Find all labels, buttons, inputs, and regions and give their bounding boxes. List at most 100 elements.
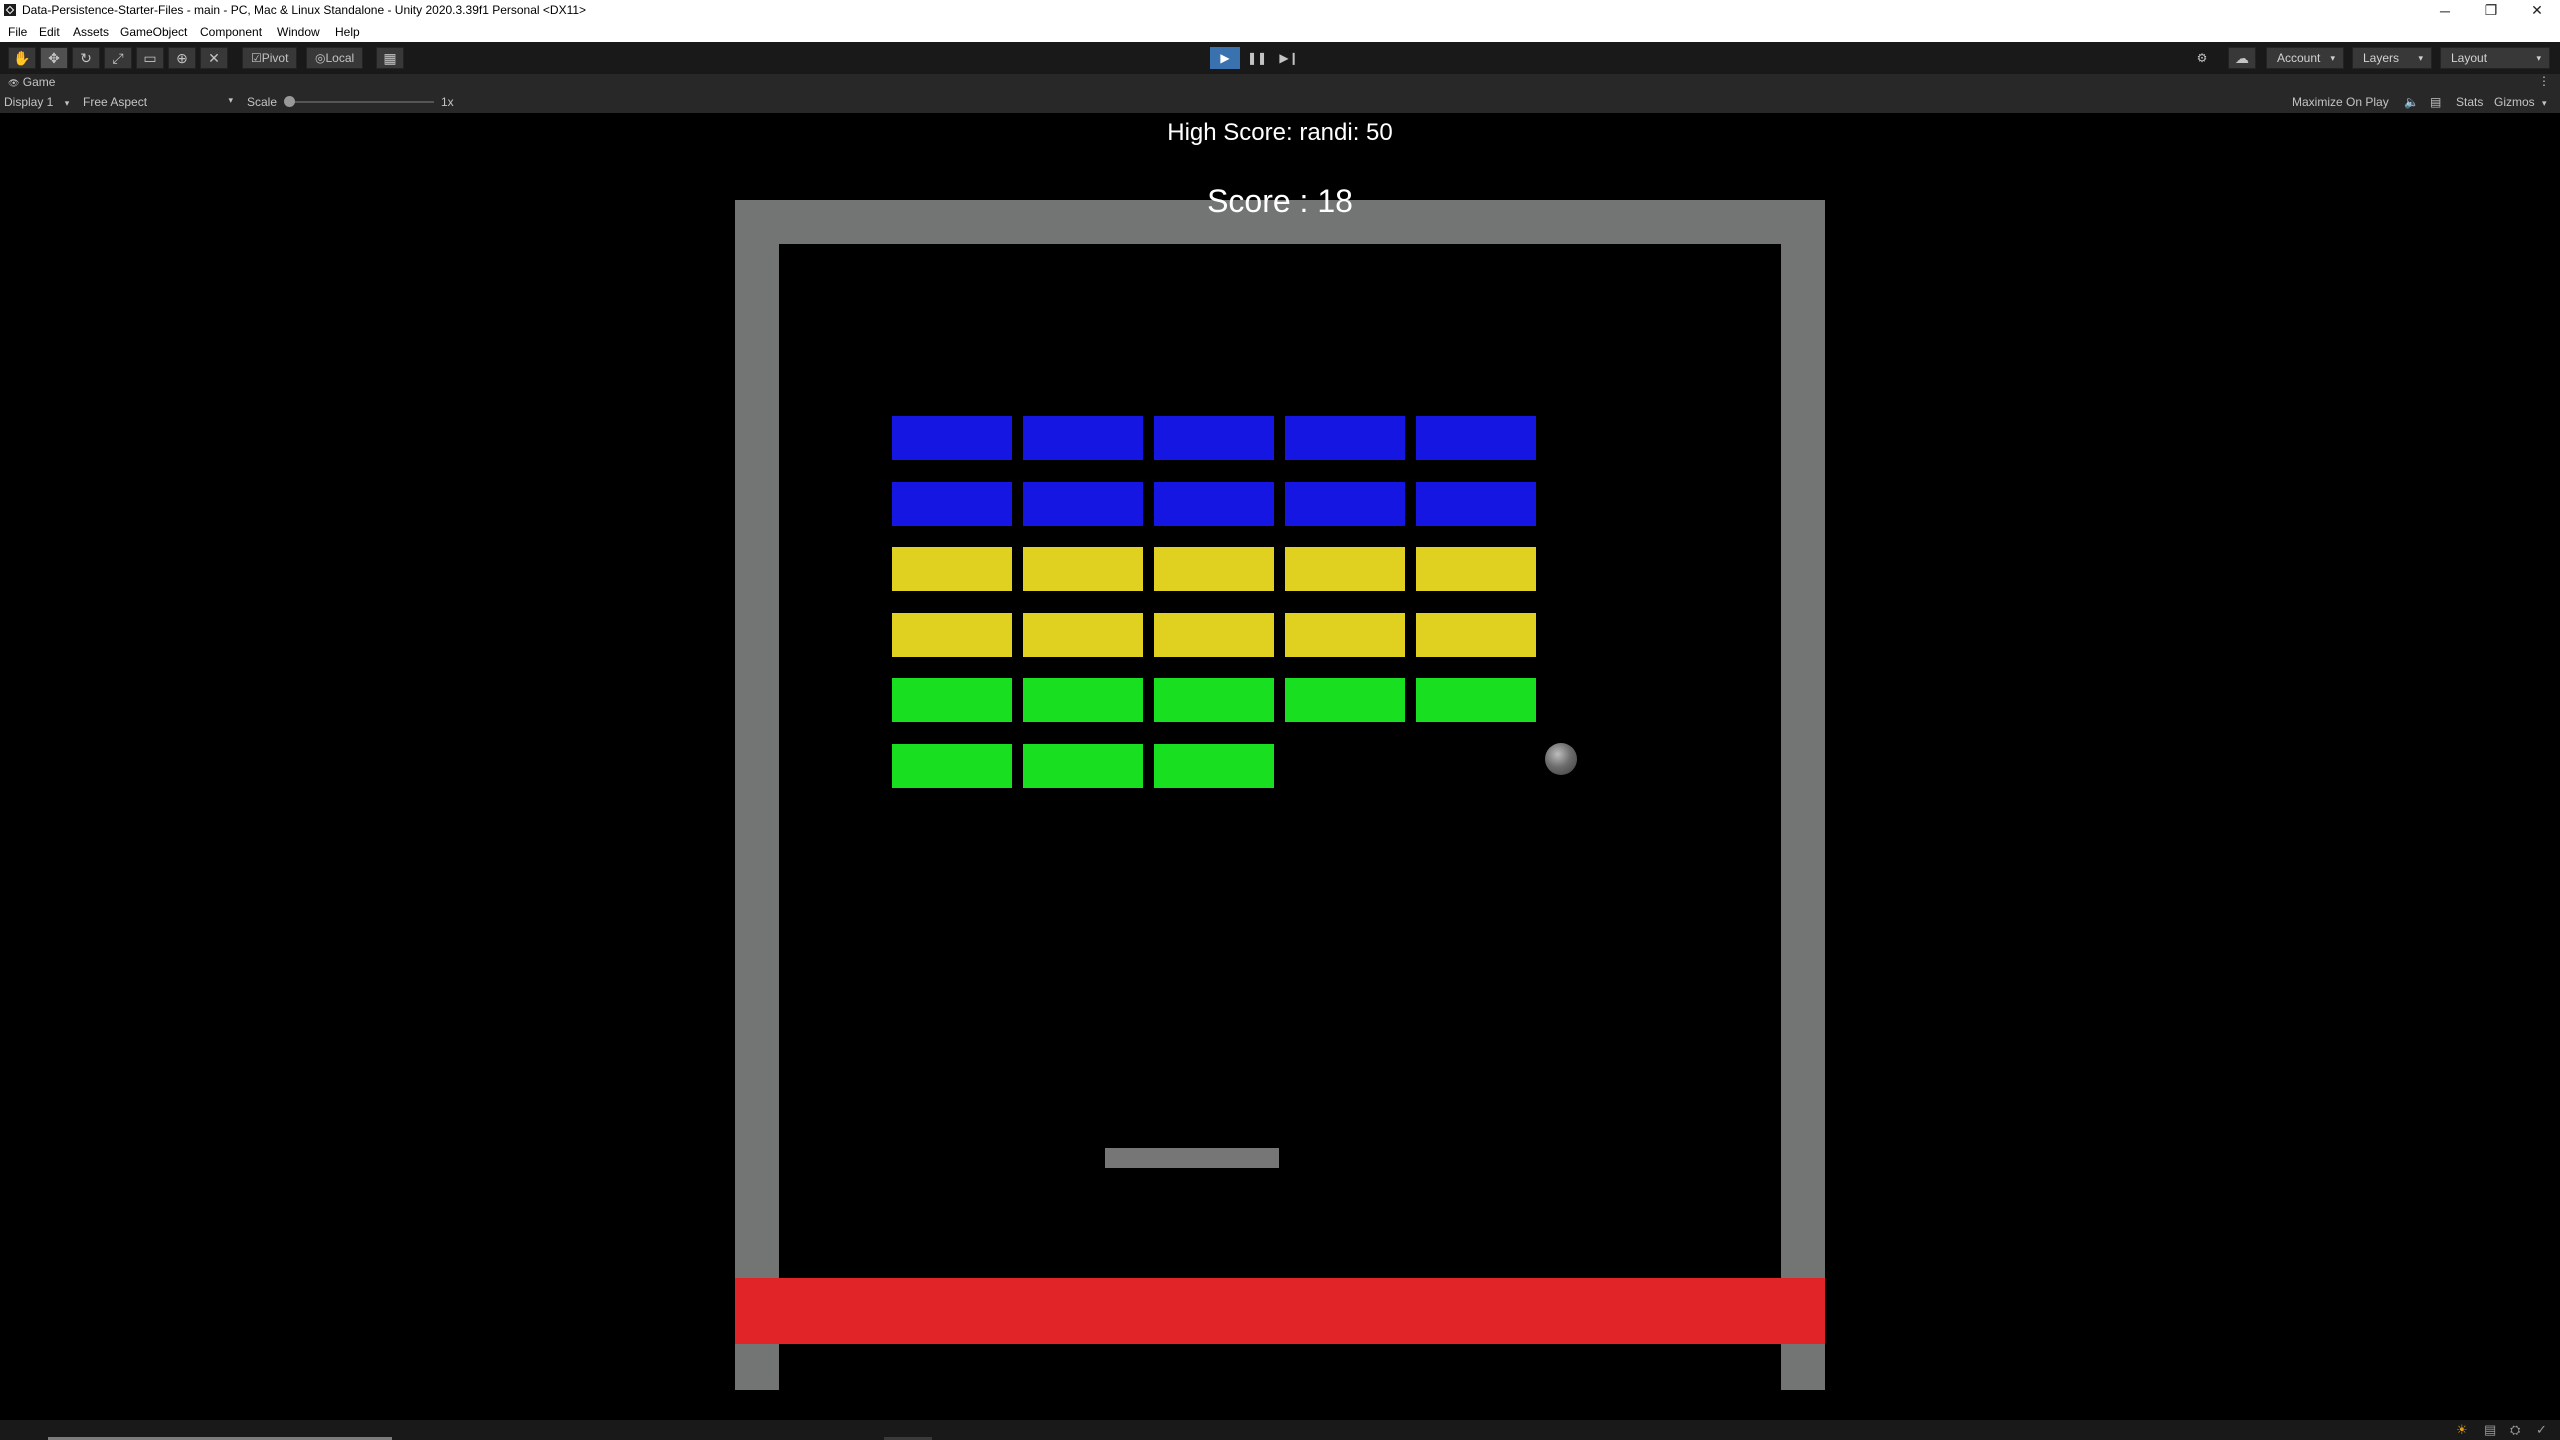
- paddle: [1105, 1148, 1279, 1168]
- menu-file[interactable]: File: [8, 25, 27, 39]
- green-brick: [1154, 678, 1274, 722]
- chevron-down-icon: ▾: [2330, 53, 2335, 63]
- chevron-down-icon: ▾: [64, 98, 70, 108]
- display-label: Display 1: [4, 95, 54, 109]
- account-label: Account: [2277, 51, 2321, 65]
- account-dropdown[interactable]: Account ▾: [2266, 47, 2344, 69]
- close-button[interactable]: ✕: [2514, 0, 2560, 21]
- local-toggle[interactable]: ◎Local: [306, 47, 364, 69]
- score-text: Score : 18: [1207, 183, 1353, 219]
- layers-dropdown[interactable]: Layers ▾: [2352, 47, 2432, 69]
- layout-dropdown[interactable]: Layout ▾: [2440, 47, 2550, 69]
- check-icon[interactable]: ✓: [2536, 1422, 2547, 1438]
- death-zone: [735, 1278, 1825, 1344]
- lighting-icon[interactable]: ☀: [2456, 1422, 2468, 1438]
- window-title: Data-Persistence-Starter-Files - main - …: [22, 3, 587, 17]
- blue-brick: [1023, 482, 1143, 526]
- tab-game[interactable]: 👁 Game: [8, 75, 55, 89]
- blue-brick: [1285, 482, 1405, 526]
- yellow-brick: [1416, 547, 1536, 591]
- chevron-down-icon: ▾: [228, 95, 233, 105]
- custom-tool-icon[interactable]: ✕: [200, 47, 228, 69]
- yellow-brick: [1285, 613, 1405, 657]
- left-wall: [735, 200, 779, 1390]
- yellow-brick: [892, 613, 1012, 657]
- game-view-controls: Display 1 ▾ Free Aspect ▾ Scale 1x Maxim…: [0, 91, 2560, 113]
- hand-tool-icon[interactable]: ✋: [8, 47, 36, 69]
- status-bar: ☀ ▤ ⛭ ✓: [0, 1420, 2560, 1440]
- play-button[interactable]: ▶: [1210, 47, 1240, 69]
- green-brick: [892, 744, 1012, 788]
- gameview-menu-icon[interactable]: ▤: [2430, 95, 2441, 109]
- rotate-tool-icon[interactable]: ↻: [72, 47, 100, 69]
- cache-icon[interactable]: ▤: [2484, 1422, 2496, 1438]
- menu-bar: File Edit Assets GameObject Component Wi…: [0, 21, 2560, 42]
- main-toolbar: ✋ ✥ ↻ ⤢ ▭ ⊕ ✕ ☑Pivot ◎Local ▦ ▶ ❚❚ ▶❙ ⚙ …: [0, 42, 2560, 74]
- stats-toggle[interactable]: Stats: [2456, 95, 2483, 109]
- high-score-text: High Score: randi: 50: [1167, 119, 1393, 146]
- scale-tool-icon[interactable]: ⤢: [104, 47, 132, 69]
- menu-edit[interactable]: Edit: [39, 25, 60, 39]
- yellow-brick: [1023, 613, 1143, 657]
- collab-icon[interactable]: ⚙: [2187, 47, 2217, 69]
- yellow-brick: [1154, 547, 1274, 591]
- cloud-icon[interactable]: ☁: [2228, 47, 2256, 69]
- blue-brick: [892, 416, 1012, 460]
- aspect-dropdown[interactable]: Free Aspect ▾: [83, 95, 233, 109]
- gizmos-toggle[interactable]: Gizmos ▾: [2494, 95, 2547, 109]
- ball: [1545, 743, 1577, 775]
- menu-window[interactable]: Window: [277, 25, 320, 39]
- chevron-down-icon: ▾: [2536, 53, 2541, 63]
- game-viewport[interactable]: High Score: randi: 50 Score : 18: [0, 113, 2560, 1420]
- minimize-button[interactable]: ─: [2422, 0, 2468, 21]
- menu-component[interactable]: Component: [200, 25, 262, 39]
- game-tab-strip: 👁 Game ⋮: [0, 74, 2560, 91]
- blue-brick: [1023, 416, 1143, 460]
- grid-snap-icon[interactable]: ▦: [376, 47, 404, 69]
- transform-tool-icon[interactable]: ⊕: [168, 47, 196, 69]
- menu-gameobject[interactable]: GameObject: [120, 25, 187, 39]
- blue-brick: [892, 482, 1012, 526]
- yellow-brick: [1154, 613, 1274, 657]
- yellow-brick: [1023, 547, 1143, 591]
- green-brick: [892, 678, 1012, 722]
- rect-tool-icon[interactable]: ▭: [136, 47, 164, 69]
- right-wall: [1781, 200, 1825, 1390]
- green-brick: [1023, 678, 1143, 722]
- game-tab-icon: 👁: [8, 78, 20, 88]
- green-brick: [1285, 678, 1405, 722]
- scale-slider-handle[interactable]: [284, 96, 295, 107]
- step-button[interactable]: ▶❙: [1274, 47, 1304, 69]
- scale-slider[interactable]: [290, 101, 434, 103]
- local-icon: ◎: [315, 51, 326, 65]
- window-title-bar: Data-Persistence-Starter-Files - main - …: [0, 0, 2560, 21]
- green-brick: [1154, 744, 1274, 788]
- menu-assets[interactable]: Assets: [73, 25, 109, 39]
- blue-brick: [1416, 416, 1536, 460]
- display-dropdown[interactable]: Display 1 ▾: [4, 95, 69, 109]
- menu-help[interactable]: Help: [335, 25, 360, 39]
- blue-brick: [1416, 482, 1536, 526]
- chevron-down-icon: ▾: [2418, 53, 2423, 63]
- unity-logo-icon: [4, 4, 16, 16]
- blue-brick: [1154, 416, 1274, 460]
- chevron-down-icon: ▾: [2542, 98, 2547, 108]
- yellow-brick: [1285, 547, 1405, 591]
- mute-audio-icon[interactable]: 🔈: [2404, 95, 2419, 109]
- more-options-icon[interactable]: ⋮: [2538, 74, 2550, 88]
- blue-brick: [1154, 482, 1274, 526]
- yellow-brick: [1416, 613, 1536, 657]
- gizmos-label: Gizmos: [2494, 95, 2535, 109]
- scale-label: Scale: [247, 95, 278, 109]
- yellow-brick: [892, 547, 1012, 591]
- network-icon[interactable]: ⛭: [2510, 1422, 2520, 1438]
- restore-button[interactable]: ❐: [2468, 0, 2514, 21]
- pivot-toggle[interactable]: ☑Pivot: [242, 47, 298, 69]
- pivot-icon: ☑: [251, 51, 262, 65]
- move-tool-icon[interactable]: ✥: [40, 47, 68, 69]
- layers-label: Layers: [2363, 51, 2400, 65]
- aspect-label: Free Aspect: [83, 95, 148, 109]
- pivot-label: Pivot: [261, 51, 289, 65]
- pause-button[interactable]: ❚❚: [1242, 47, 1272, 69]
- maximize-on-play-toggle[interactable]: Maximize On Play: [2292, 95, 2389, 109]
